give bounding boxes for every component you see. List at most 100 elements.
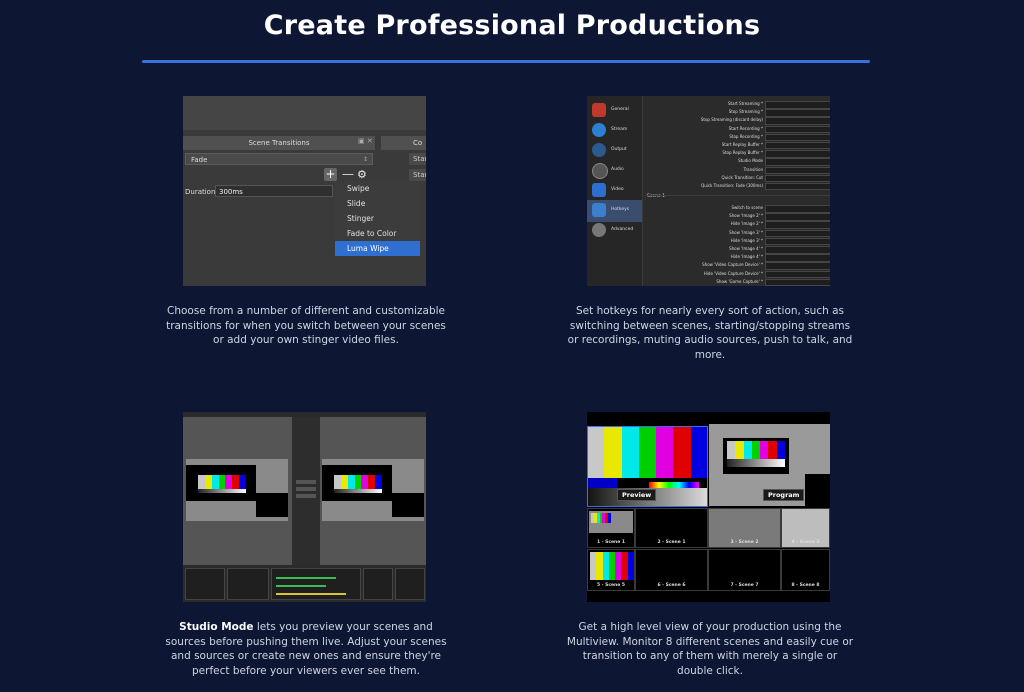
scene-label: 7 - Scene 7: [730, 583, 759, 588]
scene-label: 3 - Scene 2: [730, 540, 759, 545]
sidebar-label: Video: [611, 187, 624, 192]
transition-panel: [292, 417, 320, 565]
hotkey-row: Start Streaming *: [645, 100, 830, 109]
sidebar-item-audio[interactable]: Audio: [587, 160, 642, 182]
sidebar-label: General: [611, 107, 629, 112]
start-streaming-button[interactable]: Star: [409, 153, 426, 165]
stream-icon: [592, 123, 606, 137]
caption-hotkeys: Set hotkeys for nearly every sort of act…: [567, 305, 853, 361]
transition-select[interactable]: Fade ↕: [185, 153, 373, 165]
scene-label: 4 - Scene 3: [791, 540, 820, 545]
preview-pane: [183, 417, 292, 565]
hotkey-label: Hide 'Video Capture Device' *: [703, 270, 763, 276]
sidebar-item-video[interactable]: Video: [587, 180, 642, 202]
remove-icon[interactable]: —: [342, 168, 354, 181]
sources-dock[interactable]: [227, 568, 269, 600]
duration-input[interactable]: 300ms: [215, 185, 333, 197]
multiview-scene-8[interactable]: 8 - Scene 8: [781, 549, 830, 591]
dock-title: Scene Transitions: [183, 136, 375, 150]
multiview-scene-7[interactable]: 7 - Scene 7: [708, 549, 781, 591]
hotkey-list: Start Streaming * Stop Streaming * Stop …: [645, 100, 830, 286]
scenes-dock[interactable]: [185, 568, 225, 600]
add-icon[interactable]: +: [324, 168, 337, 181]
multiview-scene-4[interactable]: 4 - Scene 3: [781, 508, 830, 548]
sidebar-item-hotkeys[interactable]: Hotkeys: [587, 200, 642, 222]
hotkey-label: Hide 'Image 2' *: [730, 221, 763, 227]
gear-icon[interactable]: ⚙: [357, 168, 367, 181]
hotkey-row: Hide 'Video Capture Device' *: [645, 270, 830, 279]
program-label: Program: [763, 489, 805, 501]
multiview-scene-1[interactable]: 1 - Scene 1: [587, 508, 635, 548]
start-recording-button[interactable]: Star: [409, 169, 426, 181]
caption-multiview: Get a high level view of your production…: [566, 621, 854, 677]
menu-item-luma-wipe[interactable]: Luma Wipe: [335, 241, 420, 256]
hotkey-row: Stop Streaming *: [645, 108, 830, 117]
output-icon: [592, 143, 606, 157]
caption-transitions: Choose from a number of different and cu…: [166, 305, 446, 346]
sidebar-item-output[interactable]: Output: [587, 140, 642, 162]
hotkey-label: Stop Recording *: [729, 133, 763, 139]
controls-dock[interactable]: [395, 568, 425, 600]
hotkey-label: Studio Mode: [738, 158, 763, 164]
dock-buttons[interactable]: ▣ ✕: [358, 137, 373, 145]
hotkey-label: Stop Replay Buffer *: [722, 150, 763, 156]
section-divider: [645, 195, 830, 196]
transitions-dock[interactable]: [363, 568, 393, 600]
audio-meter: [276, 593, 346, 595]
advanced-icon: [592, 223, 606, 237]
hotkey-row: Studio Mode: [645, 157, 830, 166]
hotkey-label: Hide 'Image 4' *: [730, 254, 763, 260]
hotkey-row: Stop Replay Buffer *: [645, 149, 830, 158]
sidebar-label: Advanced: [611, 227, 634, 232]
audio-meter: [276, 577, 336, 579]
multiview-scene-5[interactable]: 5 - Scene 5: [587, 549, 635, 591]
hotkey-row: Show 'Image 2' *: [645, 212, 830, 221]
sidebar-item-general[interactable]: General: [587, 100, 642, 122]
sidebar-item-stream[interactable]: Stream: [587, 120, 642, 142]
sidebar-item-advanced[interactable]: Advanced: [587, 220, 642, 242]
transition-select-value: Fade: [191, 156, 208, 164]
hotkey-section: Scene 1: [645, 190, 830, 204]
multiview-scene-2[interactable]: 2 - Scene 1: [635, 508, 708, 548]
menu-item-swipe[interactable]: Swipe: [335, 181, 420, 196]
hotkey-row: Stop Streaming (discard delay): [645, 116, 830, 125]
hotkey-row: Show 'Image 3' *: [645, 229, 830, 238]
scene-label: 6 - Scene 6: [657, 583, 686, 588]
color-bars: [727, 441, 785, 459]
hotkey-row: Quick Transition: Fade (300ms): [645, 182, 830, 191]
hotkey-label: Show 'Game Capture' *: [716, 278, 763, 284]
hotkey-label: Switch to scene: [731, 205, 763, 211]
hotkey-row: Quick Transition: Cut: [645, 174, 830, 183]
hotkey-row: Hide 'Image 4' *: [645, 253, 830, 262]
title-underline: [142, 60, 870, 63]
hotkey-label: Start Streaming *: [728, 101, 763, 106]
hotkey-label: Quick Transition: Fade (300ms): [701, 182, 763, 188]
hotkey-label: Transition: [743, 166, 763, 172]
hotkeys-icon: [592, 203, 606, 217]
program-pane: [320, 417, 426, 565]
menu-item-slide[interactable]: Slide: [335, 196, 420, 211]
menu-item-fade-to-color[interactable]: Fade to Color: [335, 226, 420, 241]
scene-label: 2 - Scene 1: [657, 540, 686, 545]
audio-mixer-dock: [271, 568, 361, 600]
duration-label: Duration: [185, 188, 216, 196]
scene-transitions-screenshot: Scene Transitions ▣ ✕ Co Fade ↕ Star Sta…: [183, 96, 426, 286]
menu-item-stinger[interactable]: Stinger: [335, 211, 420, 226]
sidebar-label: Output: [611, 147, 627, 152]
hotkey-field[interactable]: [765, 278, 830, 286]
multiview-scene-6[interactable]: 6 - Scene 6: [635, 549, 708, 591]
hotkey-label: Quick Transition: Cut: [721, 174, 763, 180]
quick-transition-button[interactable]: [296, 494, 316, 498]
caption-studio-mode: Studio Mode lets you preview your scenes…: [161, 620, 451, 678]
transition-button[interactable]: [296, 480, 316, 484]
sidebar-label: Audio: [611, 167, 624, 172]
hotkey-label: Hide 'Image 3' *: [730, 237, 763, 243]
scene-label: 1 - Scene 1: [596, 540, 626, 545]
hotkey-row: Hide 'Image 3' *: [645, 237, 830, 246]
hotkey-row: Show 'Video Capture Device' *: [645, 261, 830, 270]
sidebar-label: Stream: [611, 127, 628, 132]
controls-dock-title: Co: [381, 136, 426, 150]
quick-transition-button[interactable]: [296, 487, 316, 491]
multiview-scene-3[interactable]: 3 - Scene 2: [708, 508, 781, 548]
hotkey-label: Show 'Image 2' *: [729, 213, 763, 219]
